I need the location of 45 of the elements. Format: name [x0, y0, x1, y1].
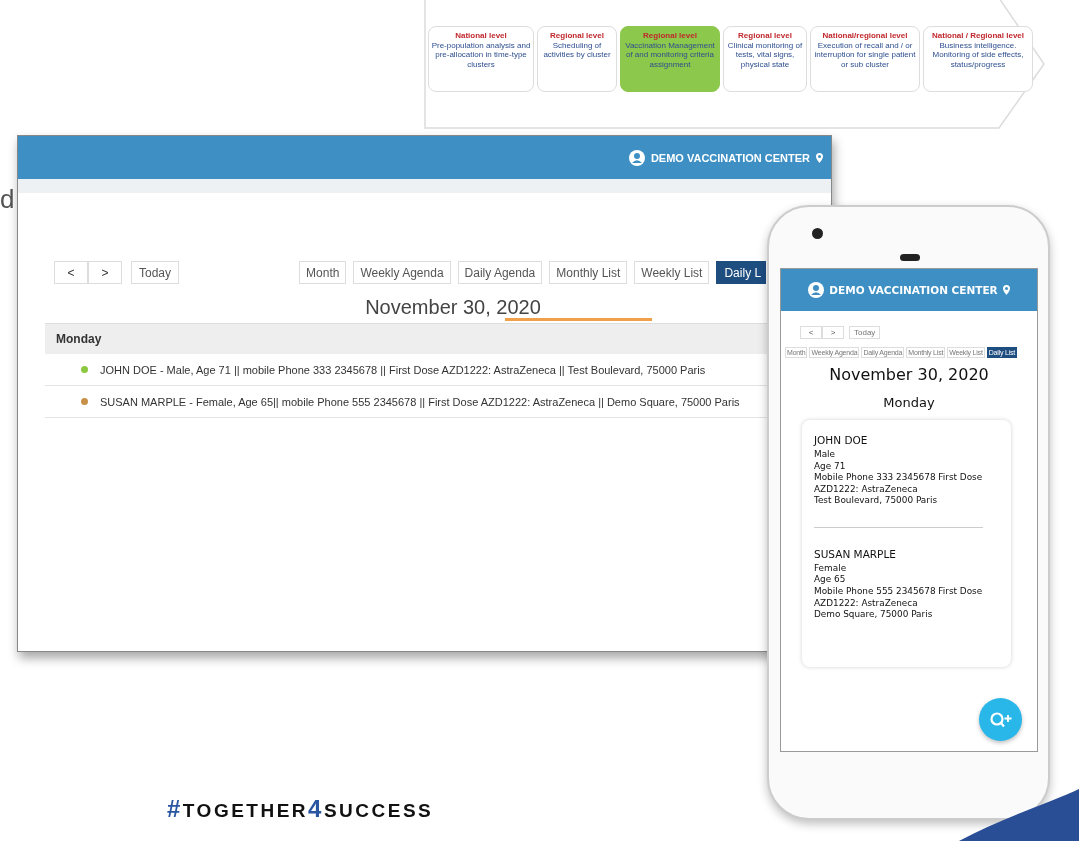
center-name: DEMO VACCINATION CENTER [829, 284, 998, 296]
process-step: National level Pre-population analysis and pre-allocation in time-type clusters [428, 26, 534, 92]
patient-detail: Demo Square, 75000 Paris [814, 609, 934, 621]
view-tab[interactable]: Weekly Agenda [353, 261, 451, 284]
process-step: Regional level Clinical monitoring of tests, vital signs, physical state [723, 26, 807, 92]
patient-detail: Female [814, 562, 848, 575]
zoom-in-icon [988, 710, 1013, 729]
view-tab[interactable]: Daily L [716, 261, 767, 284]
previous-button[interactable]: < [54, 261, 88, 284]
day-heading: Monday [882, 395, 936, 410]
next-button[interactable]: > [88, 261, 122, 284]
patient-detail: Age 65 [814, 574, 847, 587]
zoom-in-button[interactable] [979, 698, 1022, 741]
patient-detail: Mobile Phone 555 2345678 First Dose AZD1222: AstraZeneca [814, 586, 983, 610]
logo: #TOGETHER4SUCCESS [167, 795, 434, 823]
process-step: Regional level Vaccination Management of and monitoring criteria assignment [620, 26, 720, 92]
location-pin-icon [816, 152, 823, 163]
center-name: DEMO VACCINATION CENTER [650, 151, 810, 164]
location-pin-icon [1002, 285, 1010, 295]
patient-detail: Test Boulevard, 75000 Paris [814, 495, 938, 507]
user-icon [808, 282, 825, 298]
today-button[interactable]: Today [131, 261, 180, 284]
previous-button[interactable]: < [800, 326, 822, 339]
event-text[interactable]: JOHN DOE - Male, Age 71 || mobile Phone 333 2345678 || First Dose AZD1222: AstraZeneca || Test Boulevard, 75000 Paris [100, 363, 706, 376]
patient-name: SUSAN MARPLE [814, 547, 897, 560]
patient-name: JOHN DOE [814, 434, 869, 446]
speaker-slot [900, 254, 920, 261]
view-tab[interactable]: Weekly List [634, 261, 710, 284]
process-step: National / Regional level Business intelligence. Monitoring of side effects, status/progress [923, 26, 1033, 92]
process-step: National/regional level Execution of recall and / or interruption for single patient or sub cluster [810, 26, 920, 92]
patient-detail: Age 71 [814, 460, 847, 473]
view-tab[interactable]: Month [299, 261, 347, 284]
today-button[interactable]: Today [849, 326, 881, 339]
user-icon [628, 149, 645, 166]
patient-detail: Male [814, 449, 837, 461]
view-tab[interactable]: Monthly List [549, 261, 628, 284]
event-text[interactable]: SUSAN MARPLE - Female, Age 65|| mobile Phone 555 2345678 || First Dose AZD1222: AstraZeneca || Demo Square, 75000 Paris [100, 395, 740, 408]
date-heading: November 30, 2020 [828, 365, 990, 384]
process-step: Regional level Scheduling of activities by cluster [537, 26, 617, 92]
view-tab[interactable]: Daily Agenda [457, 261, 543, 284]
next-button[interactable]: > [822, 326, 844, 339]
patient-detail: Mobile Phone 333 2345678 First Dose AZD1222: AstraZeneca [814, 472, 983, 496]
slide-text: d [0, 186, 15, 212]
camera-dot [812, 228, 823, 239]
date-heading: November 30, 2020 [365, 296, 541, 318]
